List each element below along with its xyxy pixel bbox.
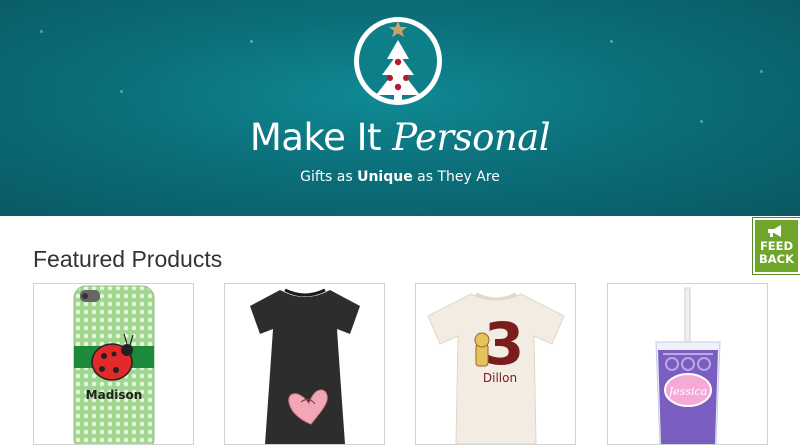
feedback-button[interactable]: FEED BACK — [753, 218, 800, 274]
christmas-tree-logo-icon[interactable] — [352, 15, 444, 107]
featured-products-heading: Featured Products — [33, 246, 223, 272]
tagline-bold: Unique — [357, 169, 413, 185]
sparkle — [760, 70, 763, 73]
kids-tshirt-icon: 3 Dillon — [427, 292, 565, 444]
tumbler-name: Jessica — [667, 385, 707, 398]
acrylic-tumbler-icon: Jessica — [655, 287, 721, 444]
hero-tagline: Gifts as Unique as They Are — [0, 169, 800, 185]
hero-title-part1: Make It — [249, 116, 393, 159]
sparkle — [250, 40, 253, 43]
tagline-before: Gifts as — [300, 169, 358, 185]
tagline-after: as They Are — [412, 169, 500, 185]
sparkle — [610, 40, 613, 43]
feedback-line2: BACK — [758, 252, 795, 266]
hero-banner: Make It Personal Gifts as Unique as They… — [0, 0, 800, 216]
hero-title-part2: Personal — [392, 116, 551, 159]
phone-case-name: Madison — [86, 388, 143, 402]
megaphone-icon — [768, 225, 781, 237]
product-card-tumbler[interactable]: Jessica — [607, 283, 768, 445]
feedback-label: FEED BACK — [755, 240, 798, 266]
product-card-maternity-shirt[interactable] — [224, 283, 385, 445]
product-card-kids-shirt[interactable]: 3 Dillon — [415, 283, 576, 445]
sparkle — [40, 30, 43, 33]
shirt-number: 3 — [484, 310, 524, 378]
product-card-phone-case[interactable]: Madison — [33, 283, 194, 445]
maternity-tshirt-icon — [250, 288, 360, 444]
shirt-name: Dillon — [483, 371, 517, 385]
sparkle — [120, 90, 123, 93]
hero-title: Make It Personal — [0, 116, 800, 159]
ladybug-phone-case-icon: Madison — [73, 285, 155, 444]
